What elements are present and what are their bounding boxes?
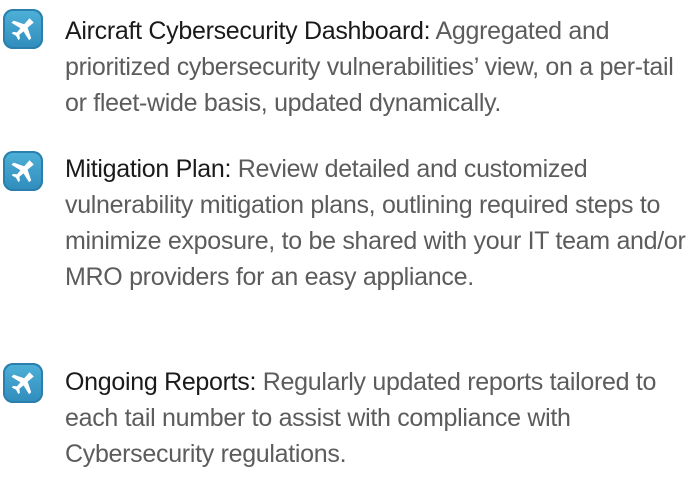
airplane-icon bbox=[3, 363, 43, 403]
airplane-icon bbox=[3, 9, 43, 49]
feature-list: Aircraft Cybersecurity Dashboard: Aggreg… bbox=[0, 0, 697, 484]
feature-text: Ongoing Reports: Regularly updated repor… bbox=[65, 364, 697, 472]
airplane-icon bbox=[3, 151, 43, 191]
feature-text: Mitigation Plan: Review detailed and cus… bbox=[65, 151, 697, 295]
feature-title: Aircraft Cybersecurity Dashboard: bbox=[65, 17, 431, 45]
feature-title: Mitigation Plan: bbox=[65, 155, 232, 183]
feature-title: Ongoing Reports: bbox=[65, 368, 257, 396]
feature-text: Aircraft Cybersecurity Dashboard: Aggreg… bbox=[65, 13, 697, 121]
